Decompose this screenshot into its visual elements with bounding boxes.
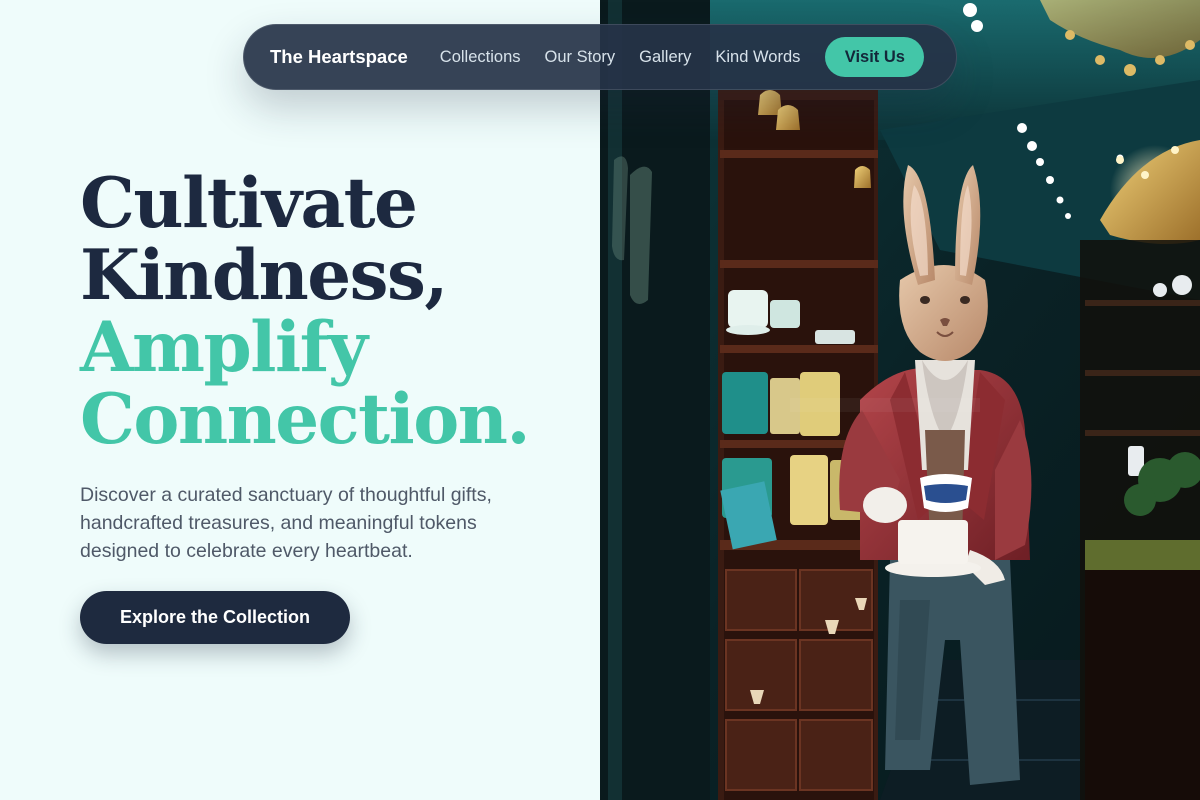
headline-line-2: Kindness, [80, 235, 448, 316]
top-navigation: The Heartspace Collections Our Story Gal… [243, 24, 957, 90]
headline-line-1: Cultivate [80, 163, 418, 244]
headline-line-4: Connection. [80, 379, 530, 460]
landing-page: Cultivate Kindness, Amplify Connection. … [0, 0, 1200, 800]
shop-interior-illustration [600, 0, 1200, 800]
shop-interior-photo [600, 0, 1200, 800]
nav-link-gallery[interactable]: Gallery [639, 48, 691, 67]
hero-section: Cultivate Kindness, Amplify Connection. … [0, 0, 600, 800]
visit-us-button[interactable]: Visit Us [825, 37, 925, 77]
nav-link-collections[interactable]: Collections [440, 48, 521, 67]
hero-subtext: Discover a curated sanctuary of thoughtf… [80, 484, 492, 562]
nav-link-our-story[interactable]: Our Story [545, 48, 616, 67]
hero-headline: Cultivate Kindness, Amplify Connection. [80, 168, 580, 456]
brand-logo[interactable]: The Heartspace [270, 46, 408, 68]
explore-collection-button[interactable]: Explore the Collection [80, 591, 350, 644]
nav-link-kind-words[interactable]: Kind Words [715, 48, 800, 67]
headline-line-3: Amplify [80, 307, 368, 388]
